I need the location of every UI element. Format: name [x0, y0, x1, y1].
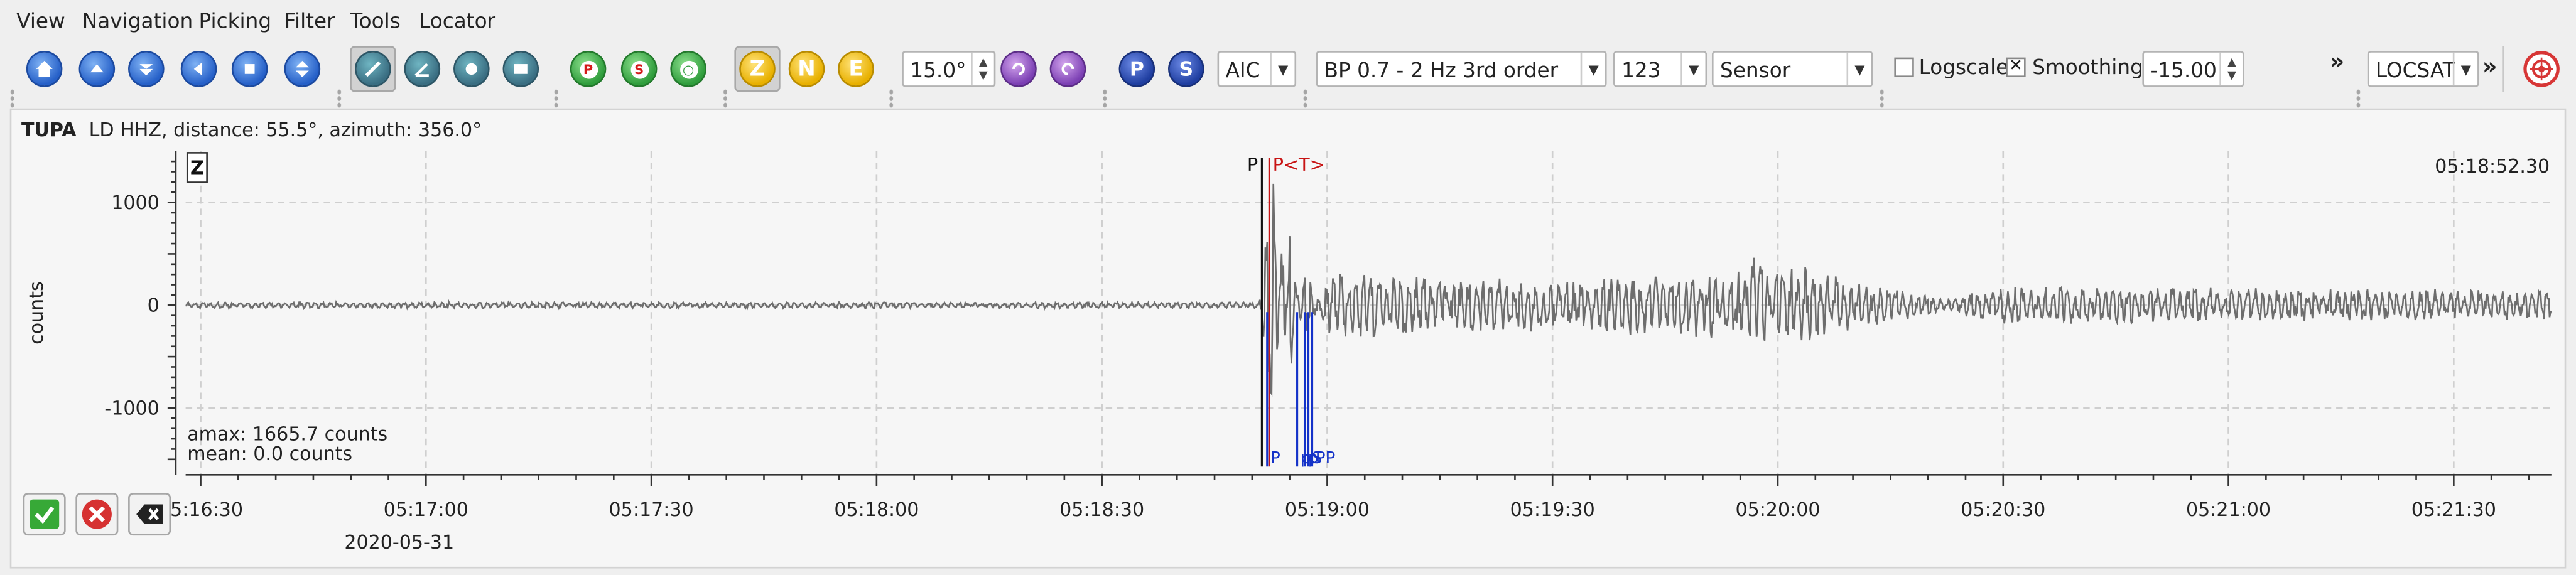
x-tick-label: 05:21:00 — [2186, 499, 2271, 521]
pick-label: P<T> — [1273, 154, 1325, 175]
x-tick-label: 05:20:30 — [1961, 499, 2045, 521]
theoretical-pick-label: PP — [1316, 449, 1336, 468]
date-label: 2020-05-31 — [344, 532, 454, 554]
component-label: Z — [190, 157, 204, 179]
clear-button[interactable] — [128, 493, 171, 536]
x-tick-label: 05:17:30 — [609, 499, 694, 521]
mean-label: mean: 0.0 counts — [187, 443, 352, 465]
y-tick-label: -1000 — [104, 397, 159, 419]
theoretical-pick-label: P — [1270, 449, 1280, 468]
x-tick-label: 05:17:00 — [384, 499, 468, 521]
amax-label: amax: 1665.7 counts — [187, 423, 387, 445]
x-tick-label: 05:19:00 — [1285, 499, 1370, 521]
x-tick-label: 05:21:30 — [2411, 499, 2496, 521]
pick-label: P — [1247, 154, 1258, 175]
cancel-icon — [82, 499, 112, 529]
x-tick-label: 05:19:30 — [1510, 499, 1595, 521]
x-tick-label: 05:16:30 — [158, 499, 243, 521]
time-label: 05:18:52.30 — [2435, 156, 2550, 178]
y-tick-label: 0 — [148, 295, 160, 317]
checkmark-icon — [30, 499, 60, 529]
accept-button[interactable] — [23, 493, 66, 536]
y-axis-label: counts — [26, 281, 48, 345]
clear-icon — [136, 504, 163, 524]
x-tick-label: 05:20:00 — [1735, 499, 1820, 521]
x-tick-label: 05:18:30 — [1059, 499, 1144, 521]
x-tick-label: 05:18:00 — [834, 499, 919, 521]
seismogram-plot[interactable]: 1000 0 -1000 counts 05:16:30 05:17:00 05:17:30… — [0, 0, 2576, 575]
y-tick-label: 1000 — [111, 192, 160, 214]
reject-button[interactable] — [75, 493, 119, 536]
